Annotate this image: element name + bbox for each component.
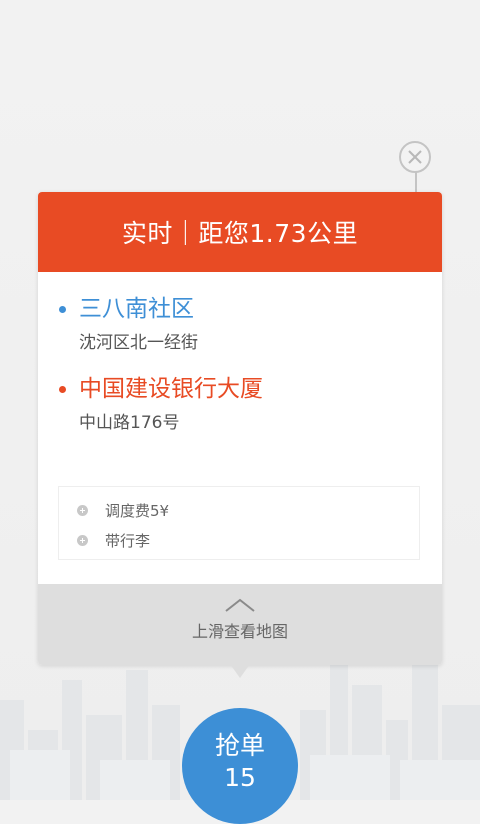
destination-dot-icon	[59, 386, 66, 393]
route-info: 三八南社区 沈河区北一经街 中国建设银行大厦 中山路176号	[38, 294, 442, 435]
grab-order-countdown: 15	[224, 763, 256, 792]
swipe-hint-label: 上滑查看地图	[191, 622, 288, 641]
origin-dot-icon	[59, 306, 66, 313]
close-connector-line	[415, 172, 417, 192]
chevron-up-icon	[225, 598, 255, 612]
order-extras: 调度费5¥ 带行李	[58, 486, 420, 560]
grab-order-button[interactable]: 抢单 15	[182, 708, 298, 824]
plus-circle-icon	[77, 534, 88, 546]
origin-address: 沈河区北一经街	[79, 333, 198, 353]
extra-item-dispatch-fee: 调度费5¥	[59, 495, 419, 525]
popup-pointer	[230, 664, 250, 678]
extra-item-luggage: 带行李	[59, 525, 419, 555]
order-header: 实时｜距您1.73公里	[38, 192, 442, 272]
extra-item-label: 调度费5¥	[105, 501, 170, 520]
extra-item-label: 带行李	[105, 531, 151, 550]
close-icon	[408, 150, 422, 164]
origin-name: 三八南社区	[79, 296, 194, 322]
grab-order-label: 抢单	[214, 731, 265, 760]
origin-item: 三八南社区 沈河区北一经街	[59, 294, 442, 355]
plus-circle-icon	[77, 504, 88, 516]
close-button[interactable]	[399, 141, 431, 173]
swipe-up-map-handle[interactable]: 上滑查看地图	[38, 584, 442, 665]
destination-name: 中国建设银行大厦	[79, 376, 263, 402]
destination-address: 中山路176号	[79, 413, 180, 433]
order-popup-card: 实时｜距您1.73公里 三八南社区 沈河区北一经街 中国建设银行大厦 中山路17…	[38, 192, 442, 665]
order-header-text: 实时｜距您1.73公里	[121, 219, 359, 248]
destination-item: 中国建设银行大厦 中山路176号	[59, 374, 442, 435]
